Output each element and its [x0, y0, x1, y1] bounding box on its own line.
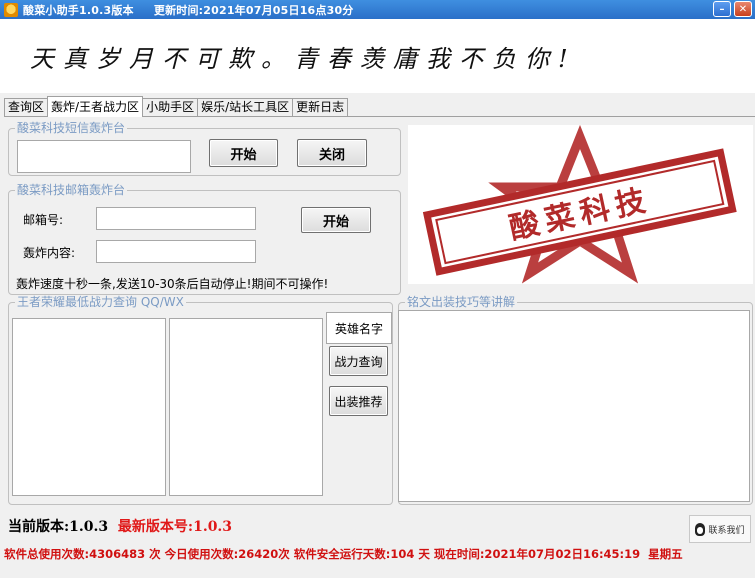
contact-label: 联系我们 — [708, 525, 745, 536]
sms-start-button[interactable]: 开始 — [209, 139, 278, 167]
tab-entertainment[interactable]: 娱乐/站长工具区 — [197, 98, 294, 117]
current-version: 1.0.3 — [69, 519, 109, 535]
current-version-label: 当前版本: — [8, 519, 70, 535]
sms-close-button[interactable]: 关闭 — [297, 139, 367, 167]
sms-group-legend: 酸菜科技短信轰炸台 — [15, 121, 128, 135]
minimize-button[interactable]: – — [713, 1, 731, 17]
tab-query[interactable]: 查询区 — [4, 98, 49, 117]
contact-us-button[interactable]: 联系我们 — [689, 515, 751, 543]
king-group-legend: 王者荣耀最低战力查询 QQ/WX — [15, 295, 186, 309]
mailbox-label: 邮箱号: — [23, 213, 64, 227]
tab-changelog[interactable]: 更新日志 — [292, 98, 349, 117]
latest-version-label: 最新版本号: — [117, 519, 194, 535]
mail-group-legend: 酸菜科技邮箱轰炸台 — [15, 183, 128, 197]
tab-helper[interactable]: 小助手区 — [142, 98, 199, 117]
window-controls: – ✕ — [713, 1, 752, 17]
tab-bomb-king[interactable]: 轰炸/王者战力区 — [47, 96, 144, 117]
status-bar: 软件总使用次数:4306483 次 今日使用次数:26420次 软件安全运行天数… — [4, 547, 683, 561]
close-window-button[interactable]: ✕ — [734, 1, 752, 17]
speed-notice: 轰炸速度十秒一条,发送10-30条后自动停止!期间不可操作! — [16, 277, 329, 291]
stamp-logo-icon: 酸菜科技 — [422, 124, 737, 284]
window-title: 酸菜小助手1.0.3版本 更新时间:2021年07月05日16点30分 — [23, 3, 354, 17]
version-line: 当前版本:1.0.3 最新版本号:1.0.3 — [8, 516, 232, 536]
inscription-textarea[interactable] — [398, 310, 750, 502]
mailbox-input[interactable] — [96, 207, 256, 230]
calligraphy-banner: 天真岁月不可欺。青春羡庸我不负你! — [0, 19, 755, 93]
qq-penguin-icon — [695, 522, 706, 536]
brand-logo: 酸菜科技 — [408, 124, 753, 284]
content-label: 轰炸内容: — [23, 246, 76, 260]
hero-list-left[interactable] — [12, 318, 166, 496]
inscription-group-legend: 铭文出装技巧等讲解 — [405, 295, 518, 309]
hero-name-field[interactable]: 英雄名字 — [326, 312, 392, 344]
mail-start-button[interactable]: 开始 — [301, 207, 371, 233]
phone-input[interactable] — [17, 140, 191, 173]
power-query-button[interactable]: 战力查询 — [329, 346, 388, 376]
latest-version: 1.0.3 — [193, 519, 233, 535]
equipment-recommend-button[interactable]: 出装推荐 — [329, 386, 388, 416]
tab-bar: 查询区 轰炸/王者战力区 小助手区 娱乐/站长工具区 更新日志 — [4, 96, 349, 117]
app-icon — [4, 2, 18, 17]
hero-list-right[interactable] — [169, 318, 323, 496]
banner-text: 天真岁月不可欺。青春羡庸我不负你! — [30, 44, 577, 73]
title-bar: 酸菜小助手1.0.3版本 更新时间:2021年07月05日16点30分 – ✕ — [0, 0, 755, 19]
content-input[interactable] — [96, 240, 256, 263]
